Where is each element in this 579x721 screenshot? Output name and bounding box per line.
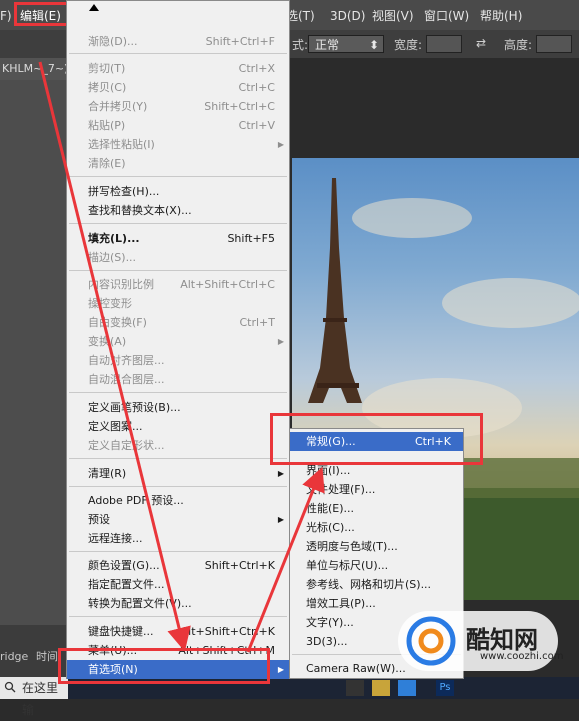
menu-item-spell-check[interactable]: 拼写检查(H)...: [67, 182, 289, 201]
preferences-highlight-box: [58, 648, 270, 684]
watermark-name: 酷知网: [466, 626, 538, 654]
submenu-item-units-rulers[interactable]: 单位与标尺(U)...: [290, 556, 463, 575]
swap-icon[interactable]: ⇄: [476, 36, 486, 50]
menu-select[interactable]: 选(T): [286, 7, 315, 25]
menu-item-find-replace[interactable]: 查找和替换文本(X)...: [67, 201, 289, 220]
document-tab[interactable]: KHLM~_7~)Y: [0, 58, 75, 80]
menu-item-presets[interactable]: 预设 ▶: [67, 510, 289, 529]
menu-item-purge[interactable]: 清理(R) ▶: [67, 464, 289, 483]
menu-item-remote-connections[interactable]: 远程连接...: [67, 529, 289, 548]
menu-item-fill[interactable]: 填充(L)... Shift+F5: [67, 229, 289, 248]
menu-file[interactable]: F): [0, 7, 12, 25]
width-label: 宽度:: [394, 38, 423, 52]
menu-item-define-pattern[interactable]: 定义图案...: [67, 417, 289, 436]
submenu-item-cursors[interactable]: 光标(C)...: [290, 518, 463, 537]
menu-item-copy[interactable]: 拷贝(C) Ctrl+C: [67, 78, 289, 97]
menu-item-paste[interactable]: 粘贴(P) Ctrl+V: [67, 116, 289, 135]
submenu-item-transparency[interactable]: 透明度与色域(T)...: [290, 537, 463, 556]
width-field[interactable]: [426, 35, 462, 53]
submenu-item-performance[interactable]: 性能(E)...: [290, 499, 463, 518]
menu-item-copy-merged[interactable]: 合并拷贝(Y) Shift+Ctrl+C: [67, 97, 289, 116]
menu-separator: [69, 551, 287, 552]
folder-icon[interactable]: [372, 680, 390, 696]
menu-item-clear[interactable]: 清除(E): [67, 154, 289, 173]
menu-item-define-shape[interactable]: 定义自定形状...: [67, 436, 289, 455]
menu-window[interactable]: 窗口(W): [424, 7, 469, 25]
style-label: 式:: [292, 38, 309, 52]
bridge-tab[interactable]: ridge: [0, 648, 32, 666]
edit-menu: 渐隐(D)... Shift+Ctrl+F 剪切(T) Ctrl+X 拷贝(C) Ct…: [66, 0, 290, 679]
submenu-arrow-icon: ▶: [277, 337, 284, 346]
submenu-arrow-icon: ▶: [277, 665, 284, 674]
submenu-item-file-handling[interactable]: 文件处理(F)...: [290, 480, 463, 499]
menu-item-convert-profile[interactable]: 转换为配置文件(V)...: [67, 594, 289, 613]
menu-item-define-brush[interactable]: 定义画笔预设(B)...: [67, 398, 289, 417]
menu-3d[interactable]: 3D(D): [330, 7, 365, 25]
general-highlight-box: [270, 413, 483, 465]
style-select[interactable]: 正常 ⬍: [308, 35, 384, 53]
menu-item-keyboard-shortcuts[interactable]: 键盘快捷键... Alt+Shift+Ctrl+K: [67, 622, 289, 641]
coozhi-logo-icon: [406, 616, 456, 666]
submenu-arrow-icon: ▶: [277, 140, 284, 149]
submenu-item-guides-grid[interactable]: 参考线、网格和切片(S)...: [290, 575, 463, 594]
height-label: 高度:: [504, 38, 533, 52]
search-icon: [4, 681, 16, 693]
menu-separator: [69, 486, 287, 487]
menu-separator: [69, 223, 287, 224]
menu-item-stroke[interactable]: 描边(S)...: [67, 248, 289, 267]
menu-separator: [69, 53, 287, 54]
menu-item-puppet-warp[interactable]: 操控变形: [67, 294, 289, 313]
menu-item-auto-align[interactable]: 自动对齐图层...: [67, 351, 289, 370]
browser-icon[interactable]: [398, 680, 416, 696]
height-field[interactable]: [536, 35, 572, 53]
submenu-arrow-icon: ▶: [277, 515, 284, 524]
menu-separator: [69, 270, 287, 271]
menu-separator: [69, 392, 287, 393]
taskbar-app-icon[interactable]: [346, 680, 364, 696]
workspace-left: [0, 80, 70, 625]
menu-item-content-aware-scale[interactable]: 内容识别比例 Alt+Shift+Ctrl+C: [67, 275, 289, 294]
menu-item-auto-blend[interactable]: 自动混合图层...: [67, 370, 289, 389]
menu-item-transform[interactable]: 变换(A) ▶: [67, 332, 289, 351]
menu-separator: [69, 616, 287, 617]
menu-item-free-transform[interactable]: 自由变换(F) Ctrl+T: [67, 313, 289, 332]
menu-item-paste-special[interactable]: 选择性粘贴(I) ▶: [67, 135, 289, 154]
menu-item-color-settings[interactable]: 颜色设置(G)... Shift+Ctrl+K: [67, 556, 289, 575]
menu-item-cut[interactable]: 剪切(T) Ctrl+X: [67, 59, 289, 78]
watermark-url: www.coozhi.com: [480, 651, 564, 662]
menu-item-pdf-presets[interactable]: Adobe PDF 预设...: [67, 491, 289, 510]
menu-help[interactable]: 帮助(H): [480, 7, 522, 25]
menu-separator: [69, 458, 287, 459]
menu-item-assign-profile[interactable]: 指定配置文件...: [67, 575, 289, 594]
menu-view[interactable]: 视图(V): [372, 7, 414, 25]
photoshop-icon[interactable]: Ps: [436, 680, 454, 696]
submenu-arrow-icon: ▶: [277, 469, 284, 478]
edit-menu-highlight-box: [14, 2, 72, 26]
menu-item-fade[interactable]: 渐隐(D)... Shift+Ctrl+F: [67, 32, 289, 51]
menu-arrow-icon: [89, 4, 99, 11]
menu-separator: [69, 176, 287, 177]
